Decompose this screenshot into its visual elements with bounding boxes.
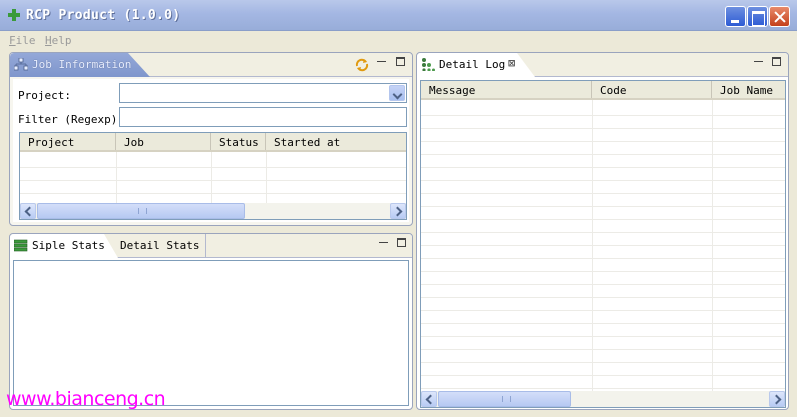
- table-row-line: [421, 297, 785, 298]
- tab-job-information[interactable]: Job Information: [10, 53, 150, 77]
- table-row-line: [421, 310, 785, 311]
- menu-help-mnemonic: H: [45, 34, 52, 47]
- table-row-line: [421, 219, 785, 220]
- maximize-view-icon[interactable]: [397, 238, 406, 247]
- detail-log-panel: Detail Log ⊠ Message Code Job Name: [416, 52, 789, 410]
- tab-detail-log-label: Detail Log: [439, 58, 506, 71]
- filter-label: Filter (Regexp):: [18, 113, 124, 126]
- close-button[interactable]: [769, 6, 790, 27]
- table-row-line: [421, 115, 785, 116]
- table-row-line: [421, 180, 785, 181]
- refresh-icon[interactable]: [355, 58, 369, 72]
- app-plus-icon: [8, 9, 20, 21]
- table-row-line: [421, 193, 785, 194]
- tab-siple-stats-label: Siple Stats: [32, 239, 105, 252]
- menu-file-label: ile: [15, 34, 36, 47]
- scroll-thumb[interactable]: [438, 391, 571, 407]
- table-row-line: [20, 193, 406, 194]
- table-row-line: [421, 362, 785, 363]
- table-col-line: [592, 100, 593, 391]
- project-label: Project:: [18, 89, 71, 102]
- table-row-line: [421, 206, 785, 207]
- title-bar[interactable]: RCP Product (1.0.0): [0, 0, 797, 31]
- tab-job-information-label: Job Information: [32, 58, 132, 71]
- column-job-name[interactable]: Job Name: [712, 81, 785, 98]
- table-col-line: [712, 100, 713, 391]
- scroll-right-button[interactable]: [769, 391, 785, 407]
- table-row-line: [421, 128, 785, 129]
- minimize-view-icon[interactable]: [379, 240, 388, 243]
- log-table[interactable]: Message Code Job Name: [420, 80, 786, 408]
- maximize-view-icon[interactable]: [396, 57, 405, 66]
- table-col-line: [266, 152, 267, 203]
- minimize-button[interactable]: [725, 6, 746, 27]
- table-row-line: [421, 232, 785, 233]
- table-col-line: [211, 152, 212, 203]
- maximize-view-icon[interactable]: [772, 57, 781, 66]
- column-message[interactable]: Message: [421, 81, 592, 98]
- job-table-header: Project Job Status Started at: [20, 133, 406, 152]
- table-row-line: [421, 388, 785, 389]
- hierarchy-icon: [14, 58, 28, 71]
- menu-help[interactable]: Help: [45, 34, 72, 47]
- table-row-line: [421, 141, 785, 142]
- table-row-line: [421, 258, 785, 259]
- log-panel-header: Detail Log ⊠: [417, 53, 788, 77]
- minimize-view-icon[interactable]: [754, 59, 763, 62]
- filter-input[interactable]: [119, 107, 407, 127]
- job-panel-header: Job Information: [10, 53, 412, 77]
- column-status[interactable]: Status: [211, 133, 266, 150]
- stats-panel: Siple Stats Detail Stats: [9, 233, 413, 410]
- table-col-line: [116, 152, 117, 203]
- job-table-scrollbar[interactable]: [20, 203, 406, 219]
- dots-tree-icon: [422, 58, 435, 71]
- chevron-down-icon[interactable]: [389, 85, 405, 101]
- scroll-thumb[interactable]: [37, 203, 245, 219]
- log-table-scrollbar[interactable]: [421, 391, 785, 407]
- stack-icon: [14, 239, 28, 252]
- log-table-header: Message Code Job Name: [421, 81, 785, 100]
- job-information-panel: Job Information Project: Filter (Regexp)…: [9, 52, 413, 226]
- table-row-line: [421, 284, 785, 285]
- table-row-line: [421, 245, 785, 246]
- tab-siple-stats[interactable]: Siple Stats: [10, 234, 118, 258]
- menu-file[interactable]: File: [9, 34, 36, 47]
- scroll-left-button[interactable]: [421, 391, 437, 407]
- column-job[interactable]: Job: [116, 133, 211, 150]
- close-tab-icon[interactable]: ⊠: [508, 56, 515, 70]
- column-code[interactable]: Code: [592, 81, 712, 98]
- job-panel-body: Project: Filter (Regexp): Project Job St…: [13, 79, 409, 222]
- job-table[interactable]: Project Job Status Started at: [19, 132, 407, 220]
- table-row-line: [20, 167, 406, 168]
- minimize-view-icon[interactable]: [377, 59, 386, 62]
- table-row-line: [421, 375, 785, 376]
- table-row-line: [421, 323, 785, 324]
- stats-panel-header: Siple Stats Detail Stats: [10, 234, 412, 258]
- column-project[interactable]: Project: [20, 133, 116, 150]
- tab-detail-stats[interactable]: Detail Stats: [114, 234, 207, 258]
- menu-help-label: elp: [51, 34, 72, 47]
- table-row-line: [421, 154, 785, 155]
- table-row-line: [421, 167, 785, 168]
- menu-bar: File Help: [0, 31, 797, 50]
- tab-detail-stats-label: Detail Stats: [120, 239, 200, 252]
- table-row-line: [20, 180, 406, 181]
- table-row-line: [421, 349, 785, 350]
- menu-file-mnemonic: F: [9, 34, 16, 47]
- table-row-line: [421, 271, 785, 272]
- tab-detail-log[interactable]: Detail Log ⊠: [417, 53, 535, 77]
- stats-content-area: [13, 260, 409, 406]
- scroll-right-button[interactable]: [390, 203, 406, 219]
- scroll-left-button[interactable]: [20, 203, 36, 219]
- watermark-text: www.bianceng.cn: [6, 388, 166, 410]
- column-started-at[interactable]: Started at: [266, 133, 406, 150]
- window-title: RCP Product (1.0.0): [26, 8, 181, 23]
- project-combo[interactable]: [119, 83, 407, 103]
- table-row-line: [421, 336, 785, 337]
- maximize-button[interactable]: [747, 6, 768, 27]
